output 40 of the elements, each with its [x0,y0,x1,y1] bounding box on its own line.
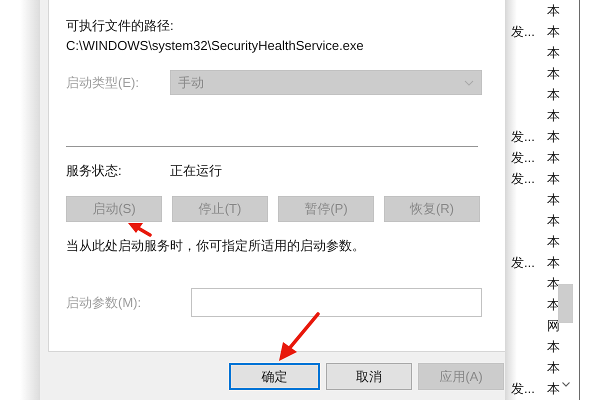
list-cell-text: 发... [510,380,536,398]
list-cell-text: 本 [547,296,560,314]
status-label: 服务状态: [66,162,123,180]
list-cell-text: 本 [547,148,560,167]
list-cell-text: 本 [547,22,560,41]
list-cell-text: 发... [510,128,536,146]
chevron-down-icon[interactable] [562,382,570,387]
list-cell-text: 本 [547,232,560,251]
annotation-arrow [279,312,320,361]
list-cell-text: 本 [547,380,560,398]
list-cell-text: 本 [547,190,560,209]
path-text: C:\WINDOWS\system32\SecurityHealthService.exe [66,37,365,55]
list-cell-text: 本 [547,358,560,377]
list-cell-text: 本 [547,254,560,272]
chevron-down-icon [464,80,474,86]
list-cell-text: 本 [547,106,560,125]
dialog-button[interactable]: 确定 [229,363,320,390]
parameters-input-field[interactable] [191,288,482,317]
list-cell-text: 本 [547,274,560,293]
list-cell-text: 发... [510,22,536,41]
hint-text: 当从此处启动服务时，你可指定所适用的启动参数。 [66,237,366,255]
list-cell-text: 本 [547,64,560,83]
annotation-arrow [128,223,152,237]
list-cell-text: 发... [510,170,536,188]
list-cell-text: 网 [547,316,560,335]
list-cell-text: 本 [547,86,560,104]
list-cell-text: 本 [547,212,560,230]
list-cell-text: 本 [547,170,560,188]
status-value: 正在运行 [170,162,222,180]
dialog-button[interactable]: 取消 [326,363,412,390]
list-cell-text: 本 [547,128,560,146]
list-cell-text: 本 [547,44,560,62]
list-cell-text: 发... [510,254,536,272]
path-label: 可执行文件的路径: [66,17,175,35]
startup-type-label: 启动类型(E): [66,74,140,92]
scrollbar-thumb[interactable] [558,284,573,323]
list-cell-text: 本 [547,338,560,356]
parameters-label: 启动参数(M): [66,294,142,312]
list-cell-text: 发... [510,148,536,167]
list-cell-text: 本 [547,2,560,20]
